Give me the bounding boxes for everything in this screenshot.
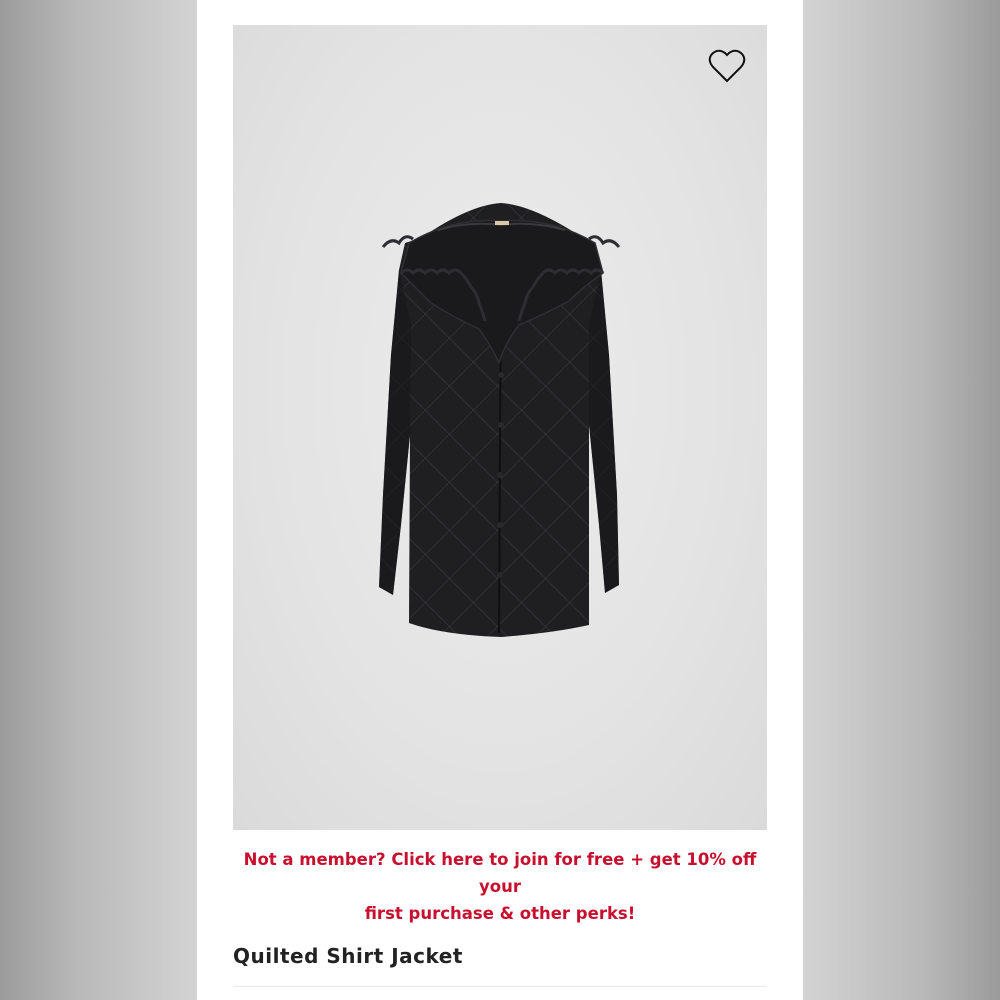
promo-line-2: first purchase & other perks! xyxy=(364,904,636,923)
membership-promo-link[interactable]: Not a member? Click here to join for fre… xyxy=(227,846,773,927)
left-backdrop xyxy=(0,0,197,1000)
promo-line-1: Not a member? Click here to join for fre… xyxy=(243,850,757,896)
jacket-image xyxy=(379,203,621,637)
right-backdrop xyxy=(803,0,1000,1000)
product-title: Quilted Shirt Jacket xyxy=(233,944,463,968)
divider xyxy=(233,986,767,987)
heart-outline-icon[interactable] xyxy=(707,47,747,85)
product-image[interactable] xyxy=(233,25,767,830)
product-page: Not a member? Click here to join for fre… xyxy=(197,0,803,1000)
